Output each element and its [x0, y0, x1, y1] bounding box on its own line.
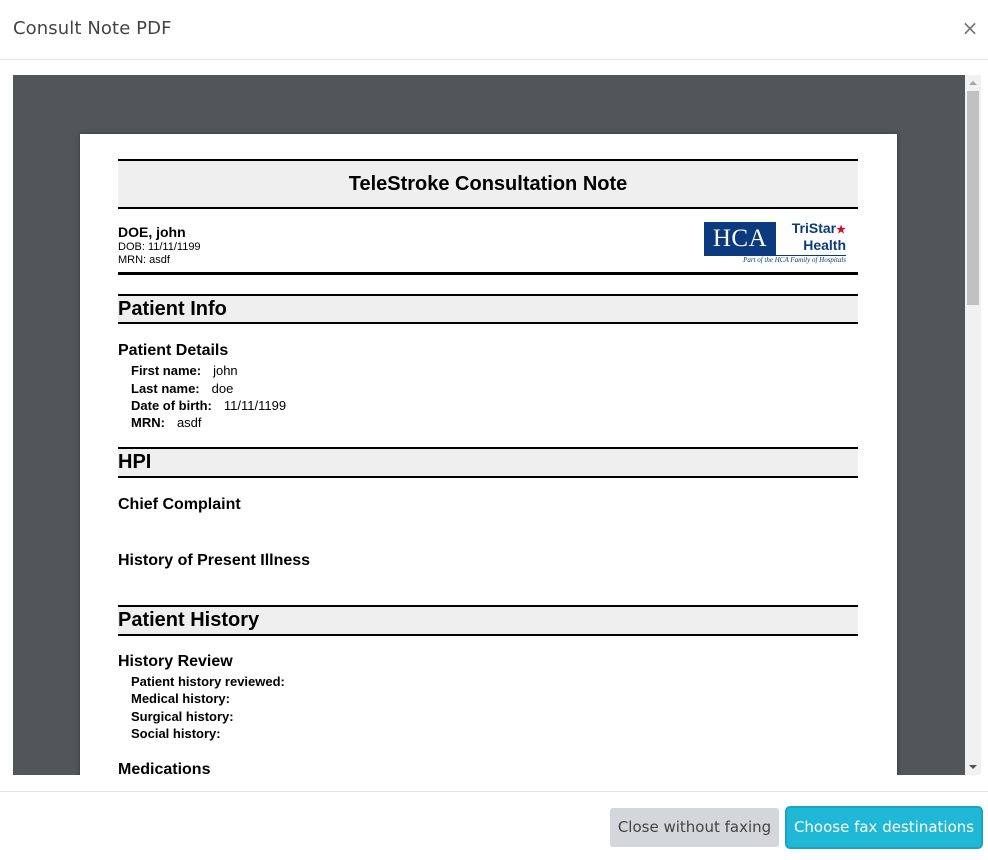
field-dob: Date of birth: 11/11/1199	[131, 398, 286, 413]
patient-details-heading: Patient Details	[118, 342, 229, 359]
pdf-page: TeleStroke Consultation Note DOE, john D…	[80, 134, 897, 775]
field-label: First name:	[131, 363, 202, 378]
field-mrn: MRN: asdf	[131, 415, 202, 430]
field-value: 11/11/1199	[223, 398, 287, 413]
field-last-name: Last name: doe	[131, 381, 233, 396]
field-surgical-history: Surgical history:	[131, 709, 246, 724]
patient-name: DOE, john	[118, 224, 186, 240]
scroll-thumb[interactable]	[967, 91, 979, 305]
section-patient-info: Patient Info	[118, 294, 858, 324]
field-social-history: Social history:	[131, 726, 233, 741]
medications-heading: Medications	[118, 761, 211, 775]
field-label: Patient history reviewed:	[131, 674, 285, 689]
field-label: Last name:	[131, 381, 200, 396]
field-value: asdf	[176, 415, 202, 430]
hpi-heading: History of Present Illness	[118, 552, 311, 569]
history-review-heading: History Review	[118, 653, 233, 670]
close-icon[interactable]: ×	[960, 16, 980, 40]
modal-title: Consult Note PDF	[13, 18, 172, 39]
field-first-name: First name: john	[131, 363, 238, 378]
hca-tristar-logo: HCA TriStar★ Health Part of the HCA Fami…	[704, 221, 846, 264]
document-title: TeleStroke Consultation Note	[118, 159, 858, 209]
modal-footer: Close without faxing Choose fax destinat…	[0, 791, 988, 860]
tristar-line1: TriStar	[791, 220, 837, 236]
field-label: Social history:	[131, 726, 221, 741]
patient-dob: DOB: 11/11/1199	[118, 241, 201, 253]
field-label: Surgical history:	[131, 709, 234, 724]
field-label: MRN:	[131, 415, 165, 430]
viewer-scrollbar[interactable]	[965, 75, 981, 775]
logo-tagline: Part of the HCA Family of Hospitals	[743, 256, 846, 264]
field-value: doe	[211, 381, 234, 396]
field-label: Date of birth:	[131, 398, 212, 413]
section-patient-history: Patient History	[118, 605, 858, 636]
chief-complaint-heading: Chief Complaint	[118, 496, 241, 513]
pdf-viewer[interactable]: TeleStroke Consultation Note DOE, john D…	[13, 75, 965, 775]
tristar-logo-text: TriStar★ Health	[778, 221, 846, 253]
modal-header: Consult Note PDF ×	[0, 0, 988, 60]
hca-logo-mark: HCA	[704, 222, 776, 255]
patient-mrn: MRN: asdf	[118, 254, 170, 266]
section-hpi: HPI	[118, 447, 858, 478]
star-icon: ★	[836, 224, 846, 236]
close-without-faxing-button[interactable]: Close without faxing	[610, 808, 779, 847]
scroll-down-arrow-icon[interactable]	[965, 759, 981, 775]
field-value: john	[213, 363, 238, 378]
field-medical-history: Medical history:	[131, 691, 242, 706]
choose-fax-destinations-button[interactable]: Choose fax destinations	[787, 808, 981, 847]
field-label: Medical history:	[131, 691, 230, 706]
scroll-up-arrow-icon[interactable]	[965, 75, 981, 91]
field-history-reviewed: Patient history reviewed:	[131, 674, 297, 689]
tristar-line2: Health	[803, 237, 846, 253]
header-divider	[118, 272, 858, 275]
